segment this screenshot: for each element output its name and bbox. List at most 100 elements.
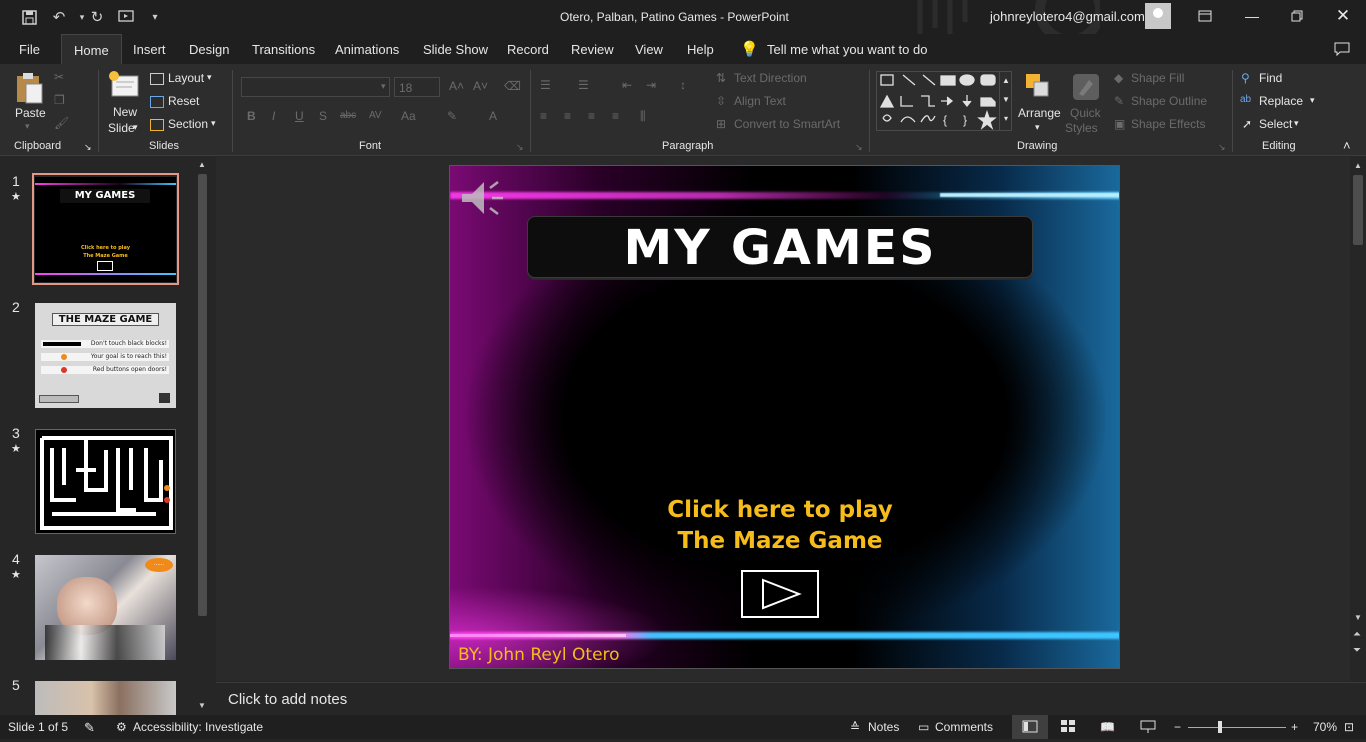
- zoom-in-icon[interactable]: +: [1291, 720, 1298, 734]
- numbering-icon[interactable]: ☰: [578, 78, 589, 92]
- justify-icon[interactable]: ≡: [612, 109, 619, 123]
- comments-button[interactable]: Comments: [935, 720, 993, 734]
- notes-icon[interactable]: ≙: [850, 720, 860, 734]
- arrange-dropdown-icon[interactable]: ▾: [1035, 122, 1040, 133]
- font-family-select[interactable]: [241, 77, 390, 97]
- comments-icon[interactable]: [1334, 34, 1350, 64]
- paragraph-launcher-icon[interactable]: ↘: [855, 142, 863, 153]
- tab-home[interactable]: Home: [61, 34, 122, 64]
- font-family-dropdown-icon[interactable]: ▾: [381, 81, 386, 92]
- change-case-icon[interactable]: Aa: [401, 109, 416, 123]
- section-icon[interactable]: [150, 117, 168, 131]
- present-from-start-icon[interactable]: [114, 6, 138, 28]
- collapse-ribbon-icon[interactable]: ˄: [1343, 138, 1351, 153]
- normal-view-button[interactable]: [1012, 715, 1048, 739]
- tab-review[interactable]: Review: [571, 34, 614, 64]
- shape-outline-button[interactable]: Shape Outline: [1131, 94, 1207, 108]
- italic-icon[interactable]: I: [272, 109, 275, 123]
- align-center-icon[interactable]: ≡: [564, 109, 571, 123]
- comments-icon[interactable]: ▭: [918, 720, 929, 734]
- click-to-play-text[interactable]: Click here to play: [610, 497, 950, 523]
- paste-icon[interactable]: [14, 72, 44, 109]
- reading-view-icon[interactable]: 📖: [1100, 720, 1115, 734]
- underline-icon[interactable]: U: [295, 109, 304, 123]
- replace-icon[interactable]: ab: [1240, 94, 1251, 105]
- font-color-icon[interactable]: A: [489, 109, 497, 123]
- bullets-icon[interactable]: ☰: [540, 78, 551, 92]
- minimize-icon[interactable]: —: [1237, 5, 1267, 27]
- new-slide-icon[interactable]: [108, 70, 140, 105]
- customize-toolbar-icon[interactable]: ▾: [143, 6, 167, 28]
- section-dropdown-icon[interactable]: ▾: [211, 118, 216, 129]
- smartart-icon[interactable]: ⊞: [716, 117, 726, 131]
- select-icon[interactable]: ➚: [1242, 117, 1252, 131]
- char-spacing-icon[interactable]: AV: [369, 110, 382, 121]
- paste-button[interactable]: Paste: [15, 106, 46, 120]
- thumbnail-scrollbar[interactable]: ▲ ▼: [196, 160, 210, 712]
- align-text-button[interactable]: Align Text: [734, 94, 786, 108]
- slide-thumbnail-1[interactable]: MY GAMES Click here to play The Maze Gam…: [35, 177, 176, 282]
- tab-animations[interactable]: Animations: [335, 34, 399, 64]
- restore-icon[interactable]: [1282, 5, 1312, 27]
- shape-effects-button[interactable]: Shape Effects: [1131, 117, 1206, 131]
- tab-slide-show[interactable]: Slide Show: [423, 34, 488, 64]
- save-icon[interactable]: [17, 6, 41, 28]
- slideshow-view-icon[interactable]: [1140, 720, 1156, 736]
- find-button[interactable]: Find: [1259, 71, 1282, 85]
- scroll-down-icon[interactable]: ▼: [198, 701, 206, 710]
- strikethrough-icon[interactable]: abc: [340, 110, 356, 121]
- current-slide[interactable]: MY GAMES Click here to play The Maze Gam…: [449, 165, 1120, 669]
- arrange-button[interactable]: Arrange: [1018, 106, 1061, 120]
- layout-button[interactable]: Layout: [168, 71, 204, 85]
- slide-thumbnail-5[interactable]: [35, 681, 176, 715]
- notes-button[interactable]: Notes: [868, 720, 899, 734]
- notes-placeholder[interactable]: Click to add notes: [228, 691, 347, 708]
- close-icon[interactable]: ✕: [1328, 5, 1358, 27]
- account-email[interactable]: johnreylotero4@gmail.com: [990, 9, 1145, 24]
- align-right-icon[interactable]: ≡: [588, 109, 595, 123]
- play-button[interactable]: [741, 570, 819, 618]
- arrange-icon[interactable]: [1024, 72, 1052, 105]
- accessibility-icon[interactable]: ⚙: [116, 720, 127, 734]
- quick-styles-button[interactable]: Quick: [1070, 106, 1101, 120]
- tab-insert[interactable]: Insert: [133, 34, 166, 64]
- font-size-select[interactable]: 18: [394, 77, 440, 97]
- new-slide-button[interactable]: New: [113, 105, 137, 119]
- slide-thumbnail-4[interactable]: ......: [35, 555, 176, 660]
- slide-thumbnail-2[interactable]: THE MAZE GAME Don't touch black blocks! …: [35, 303, 176, 408]
- quick-styles-icon[interactable]: [1071, 72, 1101, 107]
- decrease-indent-icon[interactable]: ⇤: [622, 78, 632, 92]
- tab-record[interactable]: Record: [507, 34, 549, 64]
- zoom-slider-track[interactable]: [1188, 727, 1286, 728]
- shape-outline-icon[interactable]: ✎: [1114, 94, 1124, 108]
- tab-help[interactable]: Help: [687, 34, 714, 64]
- layout-icon[interactable]: [150, 71, 168, 85]
- next-slide-icon[interactable]: ⏷: [1353, 645, 1361, 656]
- tab-design[interactable]: Design: [189, 34, 229, 64]
- bold-icon[interactable]: B: [247, 109, 256, 123]
- reset-icon[interactable]: [150, 94, 168, 108]
- shadow-icon[interactable]: S: [319, 109, 327, 123]
- fit-to-window-icon[interactable]: ⊡: [1344, 720, 1354, 734]
- align-left-icon[interactable]: ≡: [540, 109, 547, 123]
- spelling-icon[interactable]: ✎: [84, 720, 95, 736]
- align-text-icon[interactable]: ⇳: [716, 94, 726, 108]
- zoom-out-icon[interactable]: −: [1174, 720, 1181, 734]
- zoom-level[interactable]: 70%: [1313, 720, 1337, 734]
- shapes-gallery[interactable]: { }: [876, 71, 1012, 131]
- format-painter-icon[interactable]: 🖌: [54, 116, 69, 130]
- columns-icon[interactable]: ⫼: [640, 109, 646, 124]
- font-launcher-icon[interactable]: ↘: [516, 142, 524, 153]
- paste-dropdown-icon[interactable]: ▾: [25, 121, 30, 132]
- tell-me-search[interactable]: Tell me what you want to do: [767, 34, 927, 64]
- scroll-thumb[interactable]: [1353, 175, 1363, 245]
- increase-indent-icon[interactable]: ⇥: [646, 78, 656, 92]
- redo-icon[interactable]: ↻: [85, 6, 109, 28]
- highlight-icon[interactable]: ✎: [447, 109, 457, 123]
- increase-font-icon[interactable]: A˄: [449, 79, 464, 93]
- new-slide-dropdown-icon[interactable]: ▾: [133, 122, 138, 133]
- slide-title[interactable]: MY GAMES: [522, 220, 1038, 276]
- scroll-up-icon[interactable]: ▲: [198, 160, 206, 169]
- ribbon-display-icon[interactable]: [1190, 5, 1220, 27]
- avatar[interactable]: [1145, 3, 1171, 29]
